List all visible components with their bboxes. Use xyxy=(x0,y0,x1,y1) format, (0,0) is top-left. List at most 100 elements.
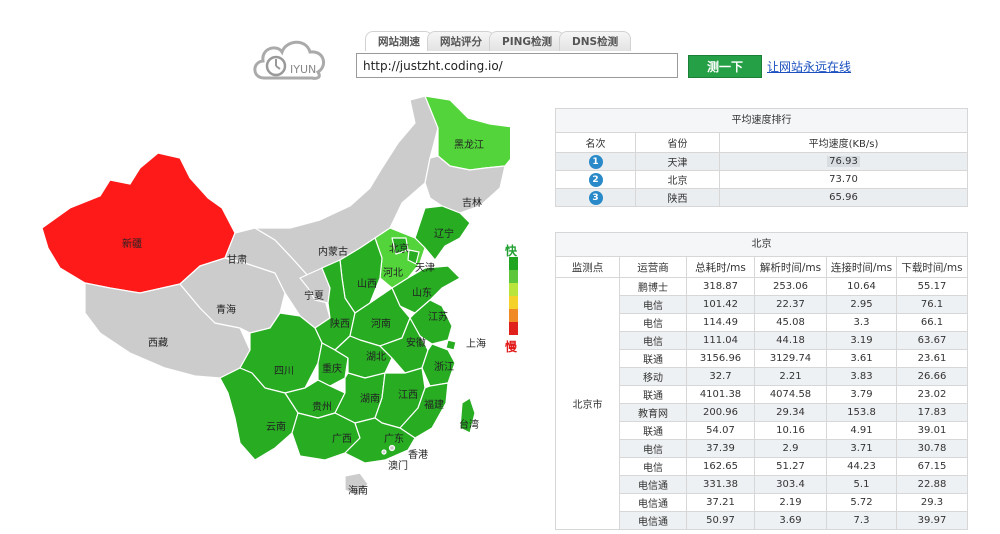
isp-cell: 联通 xyxy=(619,421,687,440)
label-jilin: 吉林 xyxy=(462,198,482,209)
label-neimenggu: 内蒙古 xyxy=(318,247,348,258)
legend-step-6 xyxy=(509,322,518,335)
tab-dns[interactable]: DNS检测 xyxy=(559,31,632,51)
legend-slow-label: 慢 xyxy=(505,340,518,354)
ranking-table: 平均速度排行 名次 省份 平均速度(KB/s) 1 天津 76.93 2 北京 … xyxy=(555,108,968,207)
label-guangdong: 广东 xyxy=(384,434,404,445)
logo-text: IYUN xyxy=(290,63,317,76)
isp-cell: 电信 xyxy=(619,331,687,350)
label-guangxi: 广西 xyxy=(332,434,352,445)
legend-step-5 xyxy=(509,309,518,322)
download-time-cell: 39.01 xyxy=(896,421,968,440)
label-shanghai: 上海 xyxy=(466,339,486,350)
label-xizang: 西藏 xyxy=(148,338,168,349)
label-beijing: 北京 xyxy=(389,244,409,255)
total-time-cell: 3156.96 xyxy=(686,349,755,368)
province-cell: 北京 xyxy=(635,170,720,189)
dns-time-cell: 10.16 xyxy=(754,421,827,440)
download-time-cell: 23.61 xyxy=(896,349,968,368)
region-shanghai[interactable] xyxy=(445,339,457,351)
isp-cell: 电信 xyxy=(619,295,687,314)
label-shanxi: 山西 xyxy=(357,279,377,290)
dns-time-cell: 2.21 xyxy=(754,367,827,386)
isp-cell: 电信 xyxy=(619,457,687,476)
download-time-cell: 76.1 xyxy=(896,295,968,314)
dns-time-cell: 4074.58 xyxy=(754,385,827,404)
connect-time-cell: 3.79 xyxy=(826,385,897,404)
speed-cell: 73.70 xyxy=(719,170,968,189)
table-row: 3 陕西 65.96 xyxy=(555,188,968,207)
total-time-cell: 331.38 xyxy=(686,475,755,494)
label-hebei: 河北 xyxy=(383,268,403,279)
always-online-link[interactable]: 让网站永远在线 xyxy=(767,58,851,75)
total-time-cell: 32.7 xyxy=(686,367,755,386)
connect-time-cell: 3.71 xyxy=(826,439,897,458)
rank-cell: 1 xyxy=(555,152,636,171)
label-hubei: 湖北 xyxy=(366,352,386,363)
download-time-cell: 55.17 xyxy=(896,277,968,296)
legend-step-1 xyxy=(509,257,518,270)
legend-step-2 xyxy=(509,270,518,283)
isp-cell: 电信 xyxy=(619,439,687,458)
connect-time-cell: 44.23 xyxy=(826,457,897,476)
total-time-cell: 37.39 xyxy=(686,439,755,458)
table-row: 北京市 鹏博士 318.87 253.06 10.64 55.17 xyxy=(555,277,968,530)
detail-header-download: 下载时间/ms xyxy=(896,256,968,278)
url-input[interactable] xyxy=(356,53,678,78)
rank-badge: 1 xyxy=(588,154,603,169)
isp-cell: 电信通 xyxy=(619,475,687,494)
label-taiwan: 台湾 xyxy=(459,420,479,431)
total-time-cell: 101.42 xyxy=(686,295,755,314)
dns-time-cell: 3.69 xyxy=(754,511,827,530)
dns-time-cell: 2.9 xyxy=(754,439,827,458)
total-time-cell: 50.97 xyxy=(686,511,755,530)
download-time-cell: 39.97 xyxy=(896,511,968,530)
total-time-cell: 54.07 xyxy=(686,421,755,440)
connect-time-cell: 3.83 xyxy=(826,367,897,386)
dns-time-cell: 22.37 xyxy=(754,295,827,314)
connect-time-cell: 3.61 xyxy=(826,349,897,368)
download-time-cell: 66.1 xyxy=(896,313,968,332)
dns-time-cell: 253.06 xyxy=(754,277,827,296)
connect-time-cell: 4.91 xyxy=(826,421,897,440)
region-hongkong[interactable] xyxy=(388,444,396,452)
isp-cell: 移动 xyxy=(619,367,687,386)
test-button[interactable]: 测一下 xyxy=(688,55,762,78)
tab-ping[interactable]: PING检测 xyxy=(489,31,566,51)
tab-speed-test[interactable]: 网站测速 xyxy=(365,31,433,51)
speed-legend-bar xyxy=(509,257,518,335)
label-ningxia: 宁夏 xyxy=(304,291,324,302)
isp-cell: 电信通 xyxy=(619,493,687,512)
label-hainan: 海南 xyxy=(348,486,368,497)
label-qinghai: 青海 xyxy=(216,305,236,316)
label-shandong: 山东 xyxy=(412,288,432,299)
connect-time-cell: 2.95 xyxy=(826,295,897,314)
isp-cell: 教育网 xyxy=(619,403,687,422)
label-jiangsu: 江苏 xyxy=(428,312,448,323)
tab-site-score[interactable]: 网站评分 xyxy=(427,31,495,51)
province-cell: 陕西 xyxy=(635,188,720,207)
connect-time-cell: 3.19 xyxy=(826,331,897,350)
rank-cell: 2 xyxy=(555,170,636,189)
label-henan: 河南 xyxy=(371,319,391,330)
dns-time-cell: 2.19 xyxy=(754,493,827,512)
detail-header-connect: 连接时间/ms xyxy=(826,256,897,278)
test-tabs: 网站测速 网站评分 PING检测 DNS检测 xyxy=(365,31,632,53)
table-row: 2 北京 73.70 xyxy=(555,170,968,189)
speed-value: 76.93 xyxy=(827,156,860,167)
detail-table: 北京 监测点 运营商 总耗时/ms 解析时间/ms 连接时间/ms 下载时间/m… xyxy=(555,232,968,530)
ranking-header-speed: 平均速度(KB/s) xyxy=(719,132,968,153)
label-fujian: 福建 xyxy=(424,400,444,411)
detail-title: 北京 xyxy=(555,232,968,256)
download-time-cell: 30.78 xyxy=(896,439,968,458)
rank-cell: 3 xyxy=(555,188,636,207)
label-hunan: 湖南 xyxy=(360,394,380,405)
isp-cell: 电信通 xyxy=(619,511,687,530)
ranking-title: 平均速度排行 xyxy=(555,108,968,132)
total-time-cell: 114.49 xyxy=(686,313,755,332)
label-liaoning: 辽宁 xyxy=(434,229,454,240)
label-jiangxi: 江西 xyxy=(398,390,418,401)
region-macau[interactable] xyxy=(381,449,387,455)
province-cell: 天津 xyxy=(635,152,720,171)
label-macau: 澳门 xyxy=(388,461,408,472)
